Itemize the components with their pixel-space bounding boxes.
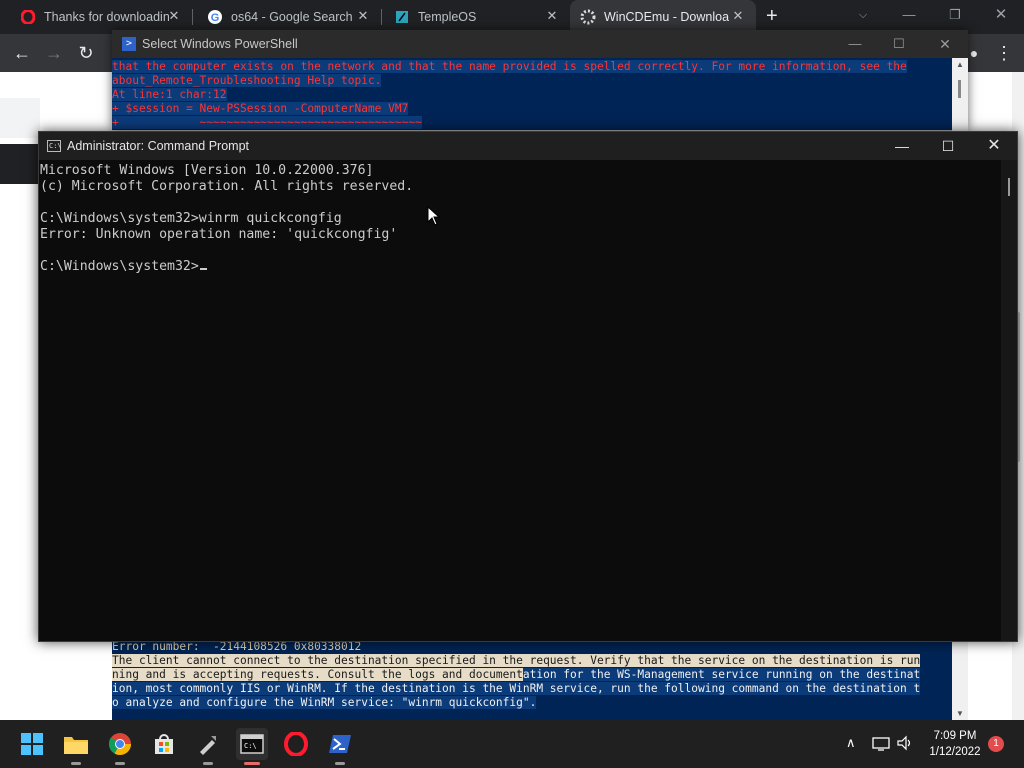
system-clock[interactable]: 7:09 PM 1/12/2022 bbox=[920, 728, 990, 760]
powershell-icon: > bbox=[122, 37, 136, 51]
console-line: Error: Unknown operation name: 'quickcon… bbox=[40, 227, 398, 242]
close-button[interactable]: ✕ bbox=[971, 132, 1017, 160]
mouse-pointer-icon bbox=[427, 206, 441, 226]
store-icon bbox=[155, 734, 173, 754]
opera-button[interactable] bbox=[280, 728, 312, 760]
close-tab-icon[interactable]: ✕ bbox=[355, 8, 371, 24]
tool-button[interactable] bbox=[192, 728, 224, 765]
powershell-window: > Select Windows PowerShell — ☐ ✕ that t… bbox=[112, 30, 968, 130]
tool-icon bbox=[200, 736, 216, 755]
output-line: + $session = New-PSSession -ComputerName… bbox=[112, 102, 409, 115]
tab-wincdemu[interactable]: WinCDEmu - Download ✕ bbox=[570, 0, 756, 34]
output-line: At line:1 char:12 bbox=[112, 88, 227, 101]
console-line: Microsoft Windows [Version 10.0.22000.37… bbox=[40, 163, 374, 178]
opera-icon bbox=[284, 732, 308, 756]
console-prompt: C:\Windows\system32> bbox=[40, 259, 199, 274]
taskbar: C:\ ∧ 7:09 PM 1/12/2022 1 bbox=[0, 720, 1024, 768]
window-title: Select Windows PowerShell bbox=[142, 37, 298, 51]
tab-title: WinCDEmu - Download bbox=[604, 10, 729, 24]
cmd-console[interactable]: Microsoft Windows [Version 10.0.22000.37… bbox=[40, 163, 413, 275]
volume-icon[interactable] bbox=[896, 735, 914, 754]
command-prompt-button[interactable]: C:\ bbox=[236, 728, 268, 765]
cmd-icon: C:\ bbox=[47, 140, 62, 152]
clock-date: 1/12/2022 bbox=[929, 746, 981, 758]
windows-icon bbox=[21, 733, 43, 755]
minimize-button[interactable]: — bbox=[832, 30, 878, 58]
svg-text:G: G bbox=[211, 12, 220, 24]
browser-tab-bar: Thanks for downloading ✕ G os64 - Google… bbox=[0, 0, 1024, 34]
cmd-scrollbar[interactable] bbox=[1001, 160, 1017, 641]
tab-templeos[interactable]: TempleOS ✕ bbox=[382, 0, 570, 34]
minimize-button[interactable]: — bbox=[886, 0, 932, 30]
output-line: + ~~~~~~~~~~~~~~~~~~~~~~~~~~~~~~~~~ bbox=[112, 116, 422, 129]
folder-icon bbox=[64, 737, 88, 754]
back-icon[interactable]: ← bbox=[8, 39, 36, 67]
page-sidebar bbox=[0, 98, 40, 138]
text-cursor bbox=[199, 268, 207, 270]
chrome-button[interactable] bbox=[104, 728, 136, 765]
console-line: (c) Microsoft Corporation. All rights re… bbox=[40, 179, 414, 194]
close-tab-icon[interactable]: ✕ bbox=[166, 8, 182, 24]
console-line: C:\Windows\system32>winrm quickcongfig bbox=[40, 211, 342, 226]
restore-button[interactable]: ❐ bbox=[932, 0, 978, 30]
clock-time: 7:09 PM bbox=[933, 730, 977, 742]
output-line: about_Remote_Troubleshooting Help topic. bbox=[112, 74, 382, 87]
close-tab-icon[interactable]: ✕ bbox=[544, 8, 560, 24]
network-icon[interactable] bbox=[872, 735, 890, 754]
powershell-titlebar[interactable]: > Select Windows PowerShell — ☐ ✕ bbox=[112, 30, 968, 58]
window-title: Administrator: Command Prompt bbox=[67, 139, 250, 153]
tab-title: os64 - Google Search bbox=[231, 10, 353, 24]
reload-icon[interactable]: ↻ bbox=[72, 39, 100, 67]
svg-text:C:\: C:\ bbox=[244, 742, 257, 750]
cmd-titlebar[interactable]: C:\ Administrator: Command Prompt — ☐ ✕ bbox=[39, 132, 1017, 160]
tab-search-icon[interactable]: ⌵ bbox=[840, 0, 886, 30]
wincdemu-icon bbox=[580, 9, 596, 25]
output-line: ning and is accepting requests. Consult … bbox=[112, 668, 523, 681]
powershell-error-output: Error number: -2144108526 0x80338012 The… bbox=[112, 640, 952, 720]
tab-title: Thanks for downloading bbox=[44, 10, 169, 24]
output-line: that the computer exists on the network … bbox=[112, 60, 907, 73]
terminal-icon: C:\ bbox=[240, 734, 264, 754]
tab-thanks-for-downloading[interactable]: Thanks for downloading ✕ bbox=[0, 0, 192, 34]
minimize-button[interactable]: — bbox=[879, 132, 925, 160]
powershell-button[interactable] bbox=[324, 728, 356, 765]
show-hidden-icons-icon[interactable]: ∧ bbox=[846, 735, 856, 751]
menu-icon[interactable]: ⋮ bbox=[990, 39, 1018, 67]
tab-google-search[interactable]: G os64 - Google Search ✕ bbox=[193, 0, 381, 34]
chrome-icon bbox=[108, 733, 131, 755]
powershell-output: that the computer exists on the network … bbox=[112, 58, 968, 130]
output-line: o analyze and configure the WinRM servic… bbox=[112, 696, 537, 709]
file-explorer-button[interactable] bbox=[60, 728, 92, 765]
start-button[interactable] bbox=[16, 728, 48, 760]
opera-icon bbox=[20, 9, 36, 25]
forward-icon[interactable]: → bbox=[40, 39, 68, 67]
maximize-button[interactable]: ☐ bbox=[925, 132, 971, 160]
command-prompt-window: C:\ Administrator: Command Prompt — ☐ ✕ … bbox=[38, 131, 1018, 642]
output-line: ion, most commonly IIS or WinRM. If the … bbox=[112, 682, 921, 695]
powershell-icon bbox=[329, 735, 351, 753]
output-line: ation for the WS-Management service runn… bbox=[522, 668, 921, 681]
templeos-icon bbox=[394, 9, 410, 25]
notification-badge[interactable]: 1 bbox=[988, 736, 1004, 752]
maximize-button[interactable]: ☐ bbox=[876, 30, 922, 58]
close-tab-icon[interactable]: ✕ bbox=[730, 8, 746, 24]
new-tab-button[interactable]: + bbox=[766, 5, 778, 28]
close-window-button[interactable]: ✕ bbox=[978, 0, 1024, 30]
output-line: The client cannot connect to the destina… bbox=[112, 654, 921, 667]
tab-title: TempleOS bbox=[418, 10, 477, 24]
close-button[interactable]: ✕ bbox=[922, 30, 968, 58]
store-button[interactable] bbox=[148, 728, 180, 760]
page-header bbox=[0, 144, 40, 184]
google-icon: G bbox=[207, 9, 223, 25]
